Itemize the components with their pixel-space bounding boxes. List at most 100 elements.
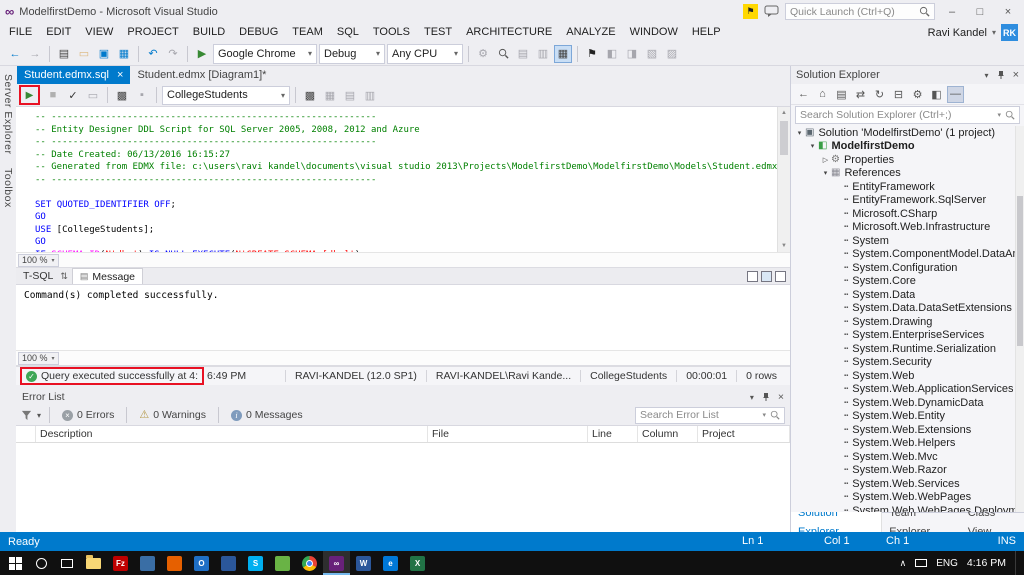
start-debug-icon[interactable]: ▶ xyxy=(193,45,211,63)
find-in-files-icon[interactable] xyxy=(494,45,512,63)
navigate-backward-icon[interactable]: ← xyxy=(6,45,24,63)
zoom-select[interactable]: 100 % ▾ xyxy=(18,254,59,267)
sql-code-editor[interactable]: -- -------------------------------------… xyxy=(16,107,790,253)
tree-item-system-core[interactable]: ▪▪System.Core xyxy=(791,275,1024,289)
results-message-pane[interactable]: Command(s) completed successfully. xyxy=(16,285,790,351)
menu-help[interactable]: HELP xyxy=(685,23,728,42)
tree-item-microsoft-web-infrastructure[interactable]: ▪▪Microsoft.Web.Infrastructure xyxy=(791,221,1024,235)
tree-item-system-web-services[interactable]: ▪▪System.Web.Services xyxy=(791,477,1024,491)
doc-tab[interactable]: Student.edmx.sql× xyxy=(17,66,130,84)
browser-select[interactable]: Google Chrome ▾ xyxy=(213,44,317,64)
refresh-icon[interactable]: ↻ xyxy=(871,86,888,103)
tree-item-system-web-applicationservices[interactable]: ▪▪System.Web.ApplicationServices xyxy=(791,383,1024,397)
search-button[interactable] xyxy=(28,551,54,575)
menu-architecture[interactable]: ARCHITECTURE xyxy=(459,23,559,42)
menu-debug[interactable]: DEBUG xyxy=(232,23,285,42)
notifications-icon[interactable]: ⚑ xyxy=(743,4,758,19)
side-tab-toolbox[interactable]: Toolbox xyxy=(2,168,14,208)
cancel-query-icon[interactable]: ■ xyxy=(44,86,62,104)
menu-file[interactable]: FILE xyxy=(2,23,39,42)
scrollbar-thumb[interactable] xyxy=(780,121,788,155)
tree-item-system-web-helpers[interactable]: ▪▪System.Web.Helpers xyxy=(791,437,1024,451)
expanded-arrow-icon[interactable]: ▾ xyxy=(794,129,805,137)
solution-explorer-search-input[interactable]: Search Solution Explorer (Ctrl+;) ▾ xyxy=(795,106,1020,124)
minimize-button[interactable]: – xyxy=(941,3,963,20)
expanded-arrow-icon[interactable]: ▾ xyxy=(807,142,818,150)
solution-configuration-select[interactable]: Debug ▾ xyxy=(319,44,385,64)
start-button[interactable] xyxy=(2,551,28,575)
tab-message[interactable]: ▤ Message xyxy=(72,268,143,284)
new-file-icon[interactable]: ▤ xyxy=(55,45,73,63)
bookmark-icon[interactable]: ⚑ xyxy=(583,45,601,63)
immediate-window-icon[interactable]: ▥ xyxy=(534,45,552,63)
taskbar-paint-icon[interactable] xyxy=(134,551,161,575)
tree-item-system-runtime-serialization[interactable]: ▪▪System.Runtime.Serialization xyxy=(791,342,1024,356)
expanded-arrow-icon[interactable]: ▾ xyxy=(820,169,831,177)
tree-item-references[interactable]: ▾▦References xyxy=(791,167,1024,181)
tree-item-microsoft-csharp[interactable]: ▪▪Microsoft.CSharp xyxy=(791,207,1024,221)
tree-item-system-security[interactable]: ▪▪System.Security xyxy=(791,356,1024,370)
collapsed-arrow-icon[interactable]: ▷ xyxy=(820,156,831,164)
save-icon[interactable]: ▣ xyxy=(95,45,113,63)
undo-icon[interactable]: ↶ xyxy=(144,45,162,63)
menu-tools[interactable]: TOOLS xyxy=(366,23,417,42)
window-position-icon[interactable]: ▾ xyxy=(750,393,754,402)
scrollbar-thumb[interactable] xyxy=(1017,196,1023,346)
output-window-icon[interactable]: ▤ xyxy=(514,45,532,63)
database-select[interactable]: CollegeStudents ▾ xyxy=(162,86,290,105)
pin-icon[interactable] xyxy=(996,70,1006,80)
tree-item-modelfirstdemo[interactable]: ▾◧ModelfirstDemo xyxy=(791,140,1024,154)
clock[interactable]: 4:16 PM xyxy=(967,557,1006,569)
tree-item-properties[interactable]: ▷⚙Properties xyxy=(791,153,1024,167)
parse-script-icon[interactable]: ✓ xyxy=(64,86,82,104)
maximize-button[interactable]: □ xyxy=(969,3,991,20)
quick-launch-input[interactable]: Quick Launch (Ctrl+Q) xyxy=(785,3,935,20)
execute-query-button[interactable]: ▶ xyxy=(21,87,38,103)
tree-item-system-componentmodel-dataannotations[interactable]: ▪▪System.ComponentModel.DataAnnotations xyxy=(791,248,1024,262)
avatar[interactable]: RK xyxy=(1001,24,1018,41)
taskbar-greenshot-icon[interactable] xyxy=(269,551,296,575)
column-header-description[interactable]: Description xyxy=(36,426,428,442)
tree-item-system-web[interactable]: ▪▪System.Web xyxy=(791,369,1024,383)
menu-edit[interactable]: EDIT xyxy=(39,23,78,42)
language-indicator[interactable]: ENG xyxy=(936,558,958,569)
menu-test[interactable]: TEST xyxy=(417,23,459,42)
pane-layout-1-icon[interactable] xyxy=(747,271,758,282)
tree-item-system-web-razor[interactable]: ▪▪System.Web.Razor xyxy=(791,464,1024,478)
solution-explorer-toggle-icon[interactable]: ▦ xyxy=(554,45,572,63)
taskbar-excel-icon[interactable]: X xyxy=(404,551,431,575)
taskbar-file-explorer-icon[interactable] xyxy=(80,551,107,575)
tree-scrollbar[interactable] xyxy=(1015,126,1024,512)
tree-item-entityframework[interactable]: ▪▪EntityFramework xyxy=(791,180,1024,194)
script-options-icon[interactable]: ▭ xyxy=(84,86,102,104)
user-menu-caret-icon[interactable]: ▾ xyxy=(992,28,996,37)
taskbar-visual-studio-icon[interactable]: ∞ xyxy=(323,551,350,575)
tree-item-system-data[interactable]: ▪▪System.Data xyxy=(791,288,1024,302)
save-all-icon[interactable]: ▦ xyxy=(115,45,133,63)
column-header-line[interactable]: Line xyxy=(588,426,638,442)
scroll-up-icon[interactable]: ▲ xyxy=(778,107,790,119)
taskbar-notepad-plus-plus-icon[interactable] xyxy=(215,551,242,575)
tree-item-system-web-webpages[interactable]: ▪▪System.Web.WebPages xyxy=(791,491,1024,505)
column-header-column[interactable]: Column xyxy=(638,426,698,442)
new-query-icon[interactable]: ▩ xyxy=(301,86,319,104)
errors-filter-button[interactable]: × 0 Errors xyxy=(58,409,118,421)
taskbar-edge-icon[interactable]: e xyxy=(377,551,404,575)
indent-icon[interactable]: ◧ xyxy=(603,45,621,63)
menu-view[interactable]: VIEW xyxy=(78,23,120,42)
attach-to-process-icon[interactable]: ⚙ xyxy=(474,45,492,63)
tree-item-system-enterpriseservices[interactable]: ▪▪System.EnterpriseServices xyxy=(791,329,1024,343)
back-icon[interactable]: ← xyxy=(795,86,812,103)
menu-build[interactable]: BUILD xyxy=(186,23,232,42)
comment-icon[interactable]: ▧ xyxy=(643,45,661,63)
results-zoom-select[interactable]: 100 % ▾ xyxy=(18,352,59,365)
open-file-icon[interactable]: ▭ xyxy=(75,45,93,63)
tray-expand-icon[interactable]: ∧ xyxy=(900,558,907,569)
tree-item-system-configuration[interactable]: ▪▪System.Configuration xyxy=(791,261,1024,275)
signed-in-user[interactable]: Ravi Kandel xyxy=(928,27,987,39)
pin-icon[interactable] xyxy=(761,392,771,402)
redo-icon[interactable]: ↷ xyxy=(164,45,182,63)
messages-filter-button[interactable]: i 0 Messages xyxy=(227,409,307,421)
column-header-project[interactable]: Project xyxy=(698,426,790,442)
sort-icon[interactable]: ⇅ xyxy=(60,271,68,282)
